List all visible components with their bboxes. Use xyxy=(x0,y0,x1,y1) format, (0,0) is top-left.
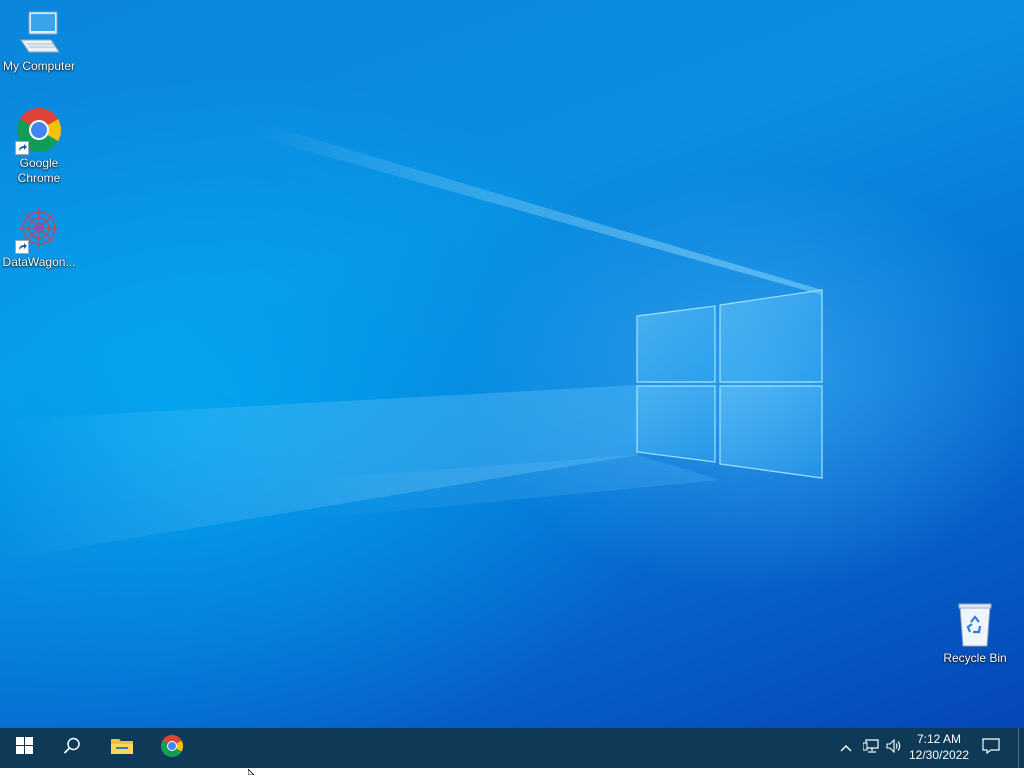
notification-icon xyxy=(982,737,1000,759)
chevron-up-icon xyxy=(840,739,852,757)
search-button[interactable] xyxy=(48,728,96,768)
desktop-icon-label: Google Chrome xyxy=(17,156,61,185)
computer-icon xyxy=(15,10,63,58)
network-button[interactable] xyxy=(859,728,883,768)
desktop[interactable]: My Computer Google Chrome DataWagon... R… xyxy=(0,0,1024,728)
network-icon xyxy=(862,738,879,758)
desktop-icon-label: Recycle Bin xyxy=(943,651,1007,665)
clock-date: 12/30/2022 xyxy=(908,748,970,762)
recycle-bin-icon xyxy=(951,602,999,650)
shortcut-arrow-icon xyxy=(15,240,29,254)
show-hidden-icons-button[interactable] xyxy=(834,728,858,768)
chrome-icon xyxy=(160,734,184,763)
chrome-icon xyxy=(15,107,63,155)
desktop-icon-my-computer[interactable]: My Computer xyxy=(0,10,78,74)
datawagon-icon xyxy=(15,206,63,254)
folder-icon xyxy=(110,736,134,761)
desktop-icon-recycle-bin[interactable]: Recycle Bin xyxy=(936,602,1014,666)
windows-logo-icon xyxy=(15,737,33,759)
desktop-icon-label: DataWagon... xyxy=(2,255,76,269)
desktop-icon-datawagon[interactable]: DataWagon... xyxy=(0,206,78,270)
logo-pane-bottom-right xyxy=(719,385,823,479)
show-desktop-button[interactable] xyxy=(1018,728,1024,768)
clock[interactable]: 7:12 AM 12/30/2022 xyxy=(900,731,978,765)
search-icon xyxy=(63,737,81,760)
taskbar: 7:12 AM 12/30/2022 xyxy=(0,728,1024,768)
wallpaper xyxy=(0,120,823,560)
start-button[interactable] xyxy=(0,728,48,768)
logo-pane-top-right xyxy=(719,289,823,383)
mouse-cursor xyxy=(247,762,258,776)
shortcut-arrow-icon xyxy=(15,141,29,155)
desktop-icon-label: My Computer xyxy=(2,59,76,73)
action-center-button[interactable] xyxy=(968,728,1014,768)
clock-time: 7:12 AM xyxy=(916,732,962,746)
desktop-icon-google-chrome[interactable]: Google Chrome xyxy=(0,107,78,186)
taskbar-google-chrome[interactable] xyxy=(148,728,196,768)
taskbar-file-explorer[interactable] xyxy=(98,728,146,768)
logo-pane-bottom-left xyxy=(636,385,716,463)
logo-pane-top-left xyxy=(636,305,716,383)
